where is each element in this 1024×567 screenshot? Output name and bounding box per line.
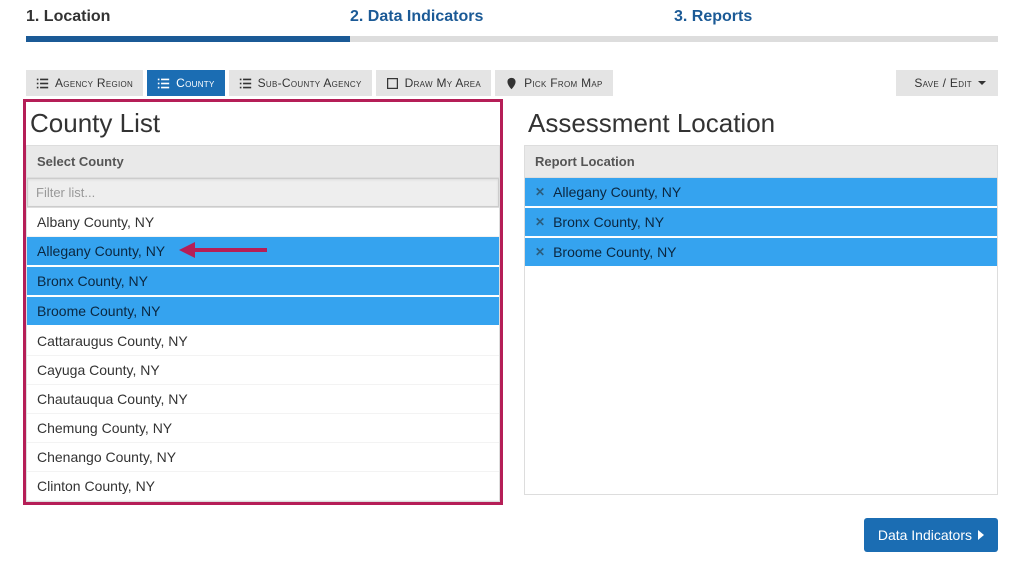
sub-county-label: Sub-County Agency — [258, 76, 362, 90]
report-location-label: Bronx County, NY — [553, 214, 664, 230]
next-step-label: Data Indicators — [878, 527, 972, 543]
list-icon — [157, 77, 170, 90]
report-location-header: Report Location — [525, 146, 997, 178]
assessment-panel: Assessment Location Report Location ✕ All… — [524, 102, 998, 495]
list-item[interactable]: Albany County, NY — [27, 208, 499, 237]
filter-input[interactable] — [27, 178, 499, 207]
county-label: County — [176, 76, 214, 90]
save-edit-button[interactable]: Save / Edit — [896, 70, 998, 96]
list-item[interactable]: Bronx County, NY — [27, 267, 499, 297]
list-item[interactable]: Chautauqua County, NY — [27, 385, 499, 414]
report-location-list: ✕ Allegany County, NY ✕ Bronx County, NY ✕ Br… — [525, 178, 997, 268]
remove-icon[interactable]: ✕ — [535, 245, 545, 259]
list-icon — [239, 77, 252, 90]
report-location-item[interactable]: ✕ Bronx County, NY — [525, 208, 997, 238]
list-item[interactable]: Cattaraugus County, NY — [27, 327, 499, 356]
list-item[interactable]: Cayuga County, NY — [27, 356, 499, 385]
report-location-label: Broome County, NY — [553, 244, 676, 260]
filter-wrap — [27, 178, 499, 208]
pick-from-map-label: Pick From Map — [524, 76, 603, 90]
step-tab-3[interactable]: 3. Reports — [674, 2, 998, 42]
square-icon — [386, 77, 399, 90]
report-location-item[interactable]: ✕ Allegany County, NY — [525, 178, 997, 208]
footer: Data Indicators — [26, 518, 998, 552]
pick-from-map-button[interactable]: Pick From Map — [495, 70, 613, 96]
step-tab-2[interactable]: 2. Data Indicators — [350, 2, 674, 42]
list-item[interactable]: Allegany County, NY — [27, 237, 499, 267]
step-tab-1[interactable]: 1. Location — [26, 2, 350, 42]
list-item[interactable]: Chenango County, NY — [27, 443, 499, 472]
list-item[interactable]: Chemung County, NY — [27, 414, 499, 443]
arrow-annotation — [179, 240, 267, 260]
report-location-item[interactable]: ✕ Broome County, NY — [525, 238, 997, 268]
pin-icon — [505, 77, 518, 90]
save-edit-label: Save / Edit — [914, 76, 972, 90]
list-item[interactable]: Broome County, NY — [27, 297, 499, 327]
county-list-box: Select County Albany County, NYAllegany … — [26, 145, 500, 502]
county-button[interactable]: County — [147, 70, 224, 96]
toolbar-row: Agency Region County Sub-County Agency D… — [26, 70, 998, 96]
county-list-header: Select County — [27, 146, 499, 178]
agency-region-label: Agency Region — [55, 76, 133, 90]
step-nav: 1. Location2. Data Indicators3. Reports — [26, 2, 998, 42]
draw-area-button[interactable]: Draw My Area — [376, 70, 491, 96]
mode-toolbar: Agency Region County Sub-County Agency D… — [26, 70, 613, 96]
report-location-box: Report Location ✕ Allegany County, NY ✕ Bro… — [524, 145, 998, 495]
next-step-button[interactable]: Data Indicators — [864, 518, 998, 552]
assessment-title: Assessment Location — [524, 102, 998, 145]
agency-region-button[interactable]: Agency Region — [26, 70, 143, 96]
list-icon — [36, 77, 49, 90]
chevron-right-icon — [978, 530, 984, 540]
main-columns: County List Select County Albany County,… — [26, 102, 998, 502]
caret-down-icon — [978, 81, 986, 85]
remove-icon[interactable]: ✕ — [535, 215, 545, 229]
list-item[interactable]: Clinton County, NY — [27, 472, 499, 501]
report-location-label: Allegany County, NY — [553, 184, 681, 200]
sub-county-button[interactable]: Sub-County Agency — [229, 70, 372, 96]
county-list-panel: County List Select County Albany County,… — [26, 102, 500, 502]
county-list: Albany County, NYAllegany County, NYBron… — [27, 208, 499, 501]
county-list-title: County List — [26, 102, 500, 145]
draw-area-label: Draw My Area — [405, 76, 481, 90]
remove-icon[interactable]: ✕ — [535, 185, 545, 199]
